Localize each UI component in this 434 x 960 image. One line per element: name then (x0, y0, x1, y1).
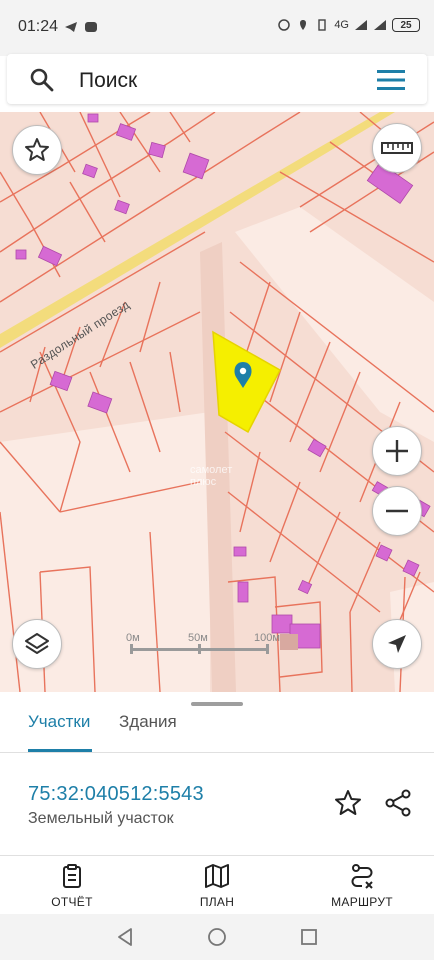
network-type: 4G (334, 19, 349, 31)
map-plan-icon (205, 864, 229, 888)
menu-icon[interactable] (377, 69, 405, 91)
scale-tick (130, 644, 133, 654)
route-icon (351, 864, 373, 889)
scale-tick (266, 644, 269, 654)
scale-label-50: 50м (188, 632, 208, 644)
search-bar[interactable] (7, 54, 427, 104)
cadastral-number[interactable]: 75:32:040512:5543 (28, 783, 204, 806)
ruler-icon (381, 142, 413, 154)
recents-icon[interactable] (298, 926, 320, 948)
signal-2-icon (374, 20, 386, 30)
report-button[interactable]: ОТЧЁТ (22, 862, 122, 909)
report-icon (63, 864, 81, 888)
actions-divider (0, 855, 434, 856)
star-outline-icon (25, 138, 49, 161)
watermark-line1: самолет (190, 464, 233, 476)
system-nav-bar (0, 914, 434, 960)
watermark-line2: плюс (190, 476, 217, 488)
search-icon[interactable] (29, 67, 55, 93)
search-input[interactable] (79, 68, 339, 94)
open-area (235, 207, 434, 442)
parcel-type: Земельный участок (28, 810, 174, 827)
status-bar: 01:24 4G 25 (0, 0, 434, 56)
report-label: ОТЧЁТ (51, 895, 93, 909)
favorite-star-icon[interactable] (333, 788, 363, 818)
battery-icon: 25 (392, 18, 420, 32)
minus-icon (386, 509, 408, 513)
zoom-out-button[interactable] (372, 486, 422, 536)
scale-tick (198, 644, 201, 654)
alarm-icon (278, 19, 291, 31)
layers-icon (25, 633, 49, 654)
telegram-icon (65, 22, 78, 32)
layers-button[interactable] (12, 619, 62, 669)
tab-parcels[interactable]: Участки (28, 712, 90, 748)
tab-divider (0, 752, 434, 753)
location-icon (300, 20, 307, 30)
scale-label-100: 100м (254, 632, 280, 644)
plan-button[interactable]: ПЛАН (167, 862, 267, 909)
sheet-drag-handle[interactable] (191, 702, 243, 706)
bookmark-button[interactable] (12, 125, 62, 175)
status-left: 01:24 (18, 18, 98, 36)
cadastral-map[interactable] (0, 112, 434, 692)
my-location-button[interactable] (372, 619, 422, 669)
route-label: МАРШРУТ (331, 895, 393, 909)
bottom-sheet: Участки Здания 75:32:040512:5543 Земельн… (0, 692, 434, 914)
screen: 01:24 4G 25 Поиск Раздольный проезд само… (0, 0, 434, 960)
back-icon[interactable] (114, 926, 136, 948)
signal-icon (355, 20, 367, 30)
plus-icon (386, 440, 408, 462)
scale-label-0: 0м (126, 632, 140, 644)
route-button[interactable]: МАРШРУТ (312, 862, 412, 909)
status-time: 01:24 (18, 18, 59, 35)
tab-buildings[interactable]: Здания (119, 712, 177, 748)
share-icon[interactable] (383, 788, 413, 818)
map-watermark: самолет плюс (190, 464, 232, 488)
vibrate-icon (318, 19, 327, 31)
home-icon[interactable] (206, 926, 228, 948)
navigation-arrow-icon (388, 635, 406, 653)
map-scale: 0м 50м 100м (126, 632, 286, 662)
zoom-in-button[interactable] (372, 426, 422, 476)
map-view[interactable]: Раздольный проезд самолет плюс 0м 50м 10… (0, 112, 434, 692)
app-notification-icon (85, 22, 98, 32)
ruler-button[interactable] (372, 123, 422, 173)
status-right: 4G 25 (277, 18, 420, 32)
plan-label: ПЛАН (199, 895, 235, 909)
